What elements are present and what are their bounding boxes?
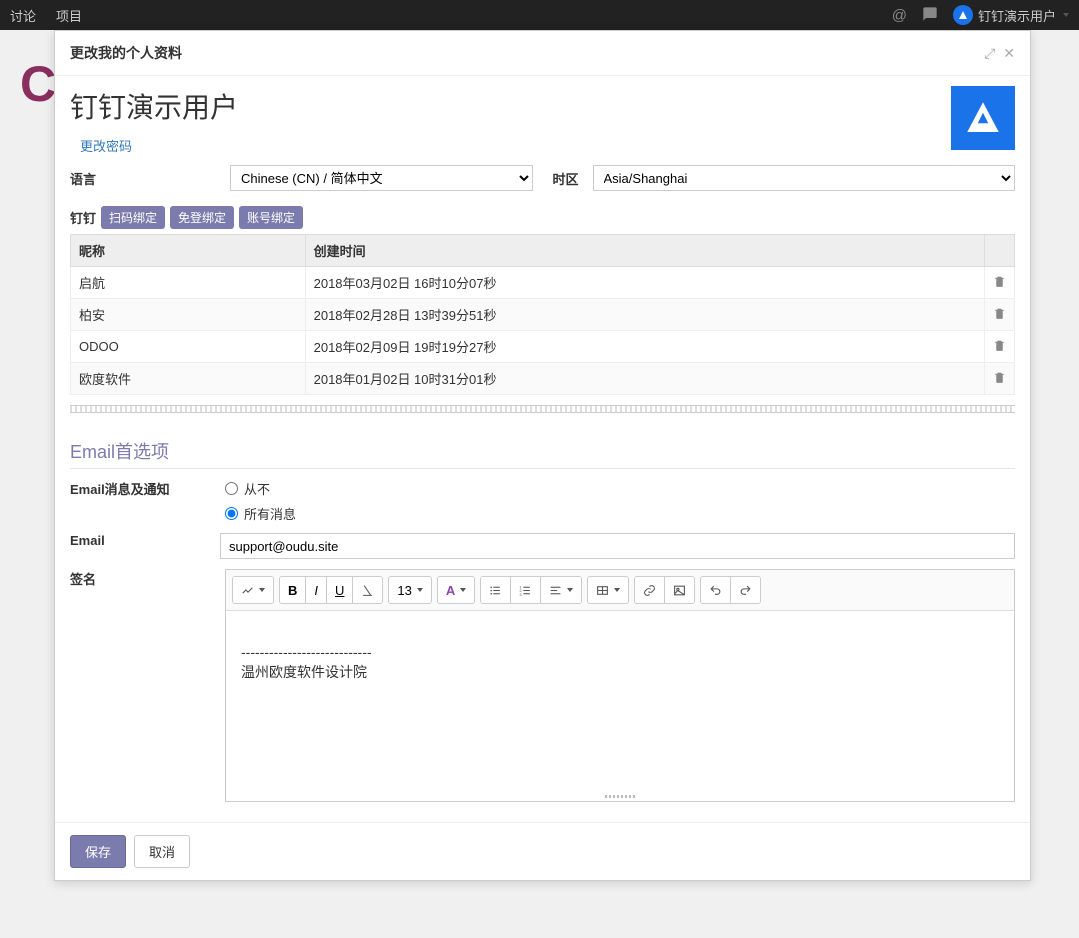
- image-button[interactable]: [665, 577, 694, 603]
- save-button[interactable]: 保存: [70, 835, 126, 868]
- ordered-list-button[interactable]: 123: [511, 577, 541, 603]
- italic-button[interactable]: I: [306, 577, 327, 603]
- editor-resize-handle[interactable]: [226, 791, 1014, 801]
- col-actions: [985, 235, 1015, 267]
- email-label: Email: [70, 533, 220, 548]
- table-row[interactable]: 柏安2018年02月28日 13时39分51秒: [71, 299, 1015, 331]
- delete-row-icon[interactable]: [985, 267, 1015, 299]
- change-password-link[interactable]: 更改密码: [80, 139, 132, 154]
- dingtalk-label: 钉钉: [70, 208, 96, 227]
- language-label: 语言: [70, 169, 220, 188]
- chat-icon[interactable]: [922, 6, 938, 25]
- at-icon[interactable]: @: [892, 7, 907, 24]
- background-logo-hint: C: [20, 55, 56, 113]
- email-section-title: Email首选项: [70, 438, 1015, 469]
- delete-row-icon[interactable]: [985, 331, 1015, 363]
- redo-button[interactable]: [731, 577, 760, 603]
- signature-content[interactable]: ---------------------------- 温州欧度软件设计院: [226, 611, 1014, 791]
- font-color-button[interactable]: A: [438, 577, 474, 603]
- timezone-select[interactable]: Asia/Shanghai: [593, 165, 1016, 191]
- timezone-label: 时区: [553, 169, 583, 188]
- delete-row-icon[interactable]: [985, 299, 1015, 331]
- undo-button[interactable]: [701, 577, 731, 603]
- table-row[interactable]: 启航2018年03月02日 16时10分07秒: [71, 267, 1015, 299]
- nav-project[interactable]: 项目: [56, 6, 82, 25]
- radio-never-input[interactable]: [225, 482, 238, 495]
- clear-format-button[interactable]: [353, 577, 382, 603]
- delete-row-icon[interactable]: [985, 363, 1015, 395]
- style-dropdown[interactable]: [233, 577, 273, 603]
- nav-discuss[interactable]: 讨论: [10, 6, 36, 25]
- free-login-bind-button[interactable]: 免登绑定: [170, 206, 234, 229]
- col-nickname: 昵称: [71, 235, 306, 267]
- modal-title: 更改我的个人资料: [70, 43, 182, 63]
- signature-editor: B I U 13 A 123: [225, 569, 1015, 802]
- radio-never[interactable]: 从不: [225, 479, 296, 498]
- chevron-down-icon: [1063, 13, 1069, 17]
- page-title: 钉钉演示用户: [70, 86, 238, 126]
- language-select[interactable]: Chinese (CN) / 简体中文: [230, 165, 533, 191]
- table-row[interactable]: 欧度软件2018年01月02日 10时31分01秒: [71, 363, 1015, 395]
- account-bind-button[interactable]: 账号绑定: [239, 206, 303, 229]
- link-button[interactable]: [635, 577, 665, 603]
- radio-all-input[interactable]: [225, 507, 238, 520]
- user-avatar-icon: [953, 5, 973, 25]
- font-size-dropdown[interactable]: 13: [389, 577, 430, 603]
- table-resize-bar[interactable]: [70, 405, 1015, 413]
- unordered-list-button[interactable]: [481, 577, 511, 603]
- table-row[interactable]: ODOO2018年02月09日 19时19分27秒: [71, 331, 1015, 363]
- close-icon[interactable]: ✕: [1003, 45, 1015, 62]
- cancel-button[interactable]: 取消: [134, 835, 190, 868]
- svg-text:3: 3: [520, 592, 522, 596]
- scan-bind-button[interactable]: 扫码绑定: [101, 206, 165, 229]
- user-menu[interactable]: 钉钉演示用户: [953, 5, 1069, 25]
- align-dropdown[interactable]: [541, 577, 581, 603]
- bindings-table: 昵称 创建时间 启航2018年03月02日 16时10分07秒 柏安2018年0…: [70, 234, 1015, 395]
- signature-label: 签名: [70, 569, 225, 588]
- top-navbar: 讨论 项目 @ 钉钉演示用户: [0, 0, 1079, 30]
- expand-icon[interactable]: ⤢: [984, 45, 995, 62]
- email-notify-label: Email消息及通知: [70, 479, 225, 498]
- edit-profile-modal: 更改我的个人资料 ⤢ ✕ 钉钉演示用户 更改密码 语言 Chinese (CN)…: [54, 30, 1031, 881]
- col-created: 创建时间: [305, 235, 984, 267]
- underline-button[interactable]: U: [327, 577, 353, 603]
- radio-all[interactable]: 所有消息: [225, 504, 296, 523]
- bold-button[interactable]: B: [280, 577, 306, 603]
- table-dropdown[interactable]: [588, 577, 628, 603]
- avatar[interactable]: [951, 86, 1015, 150]
- user-menu-name: 钉钉演示用户: [978, 6, 1056, 25]
- email-field[interactable]: [220, 533, 1015, 559]
